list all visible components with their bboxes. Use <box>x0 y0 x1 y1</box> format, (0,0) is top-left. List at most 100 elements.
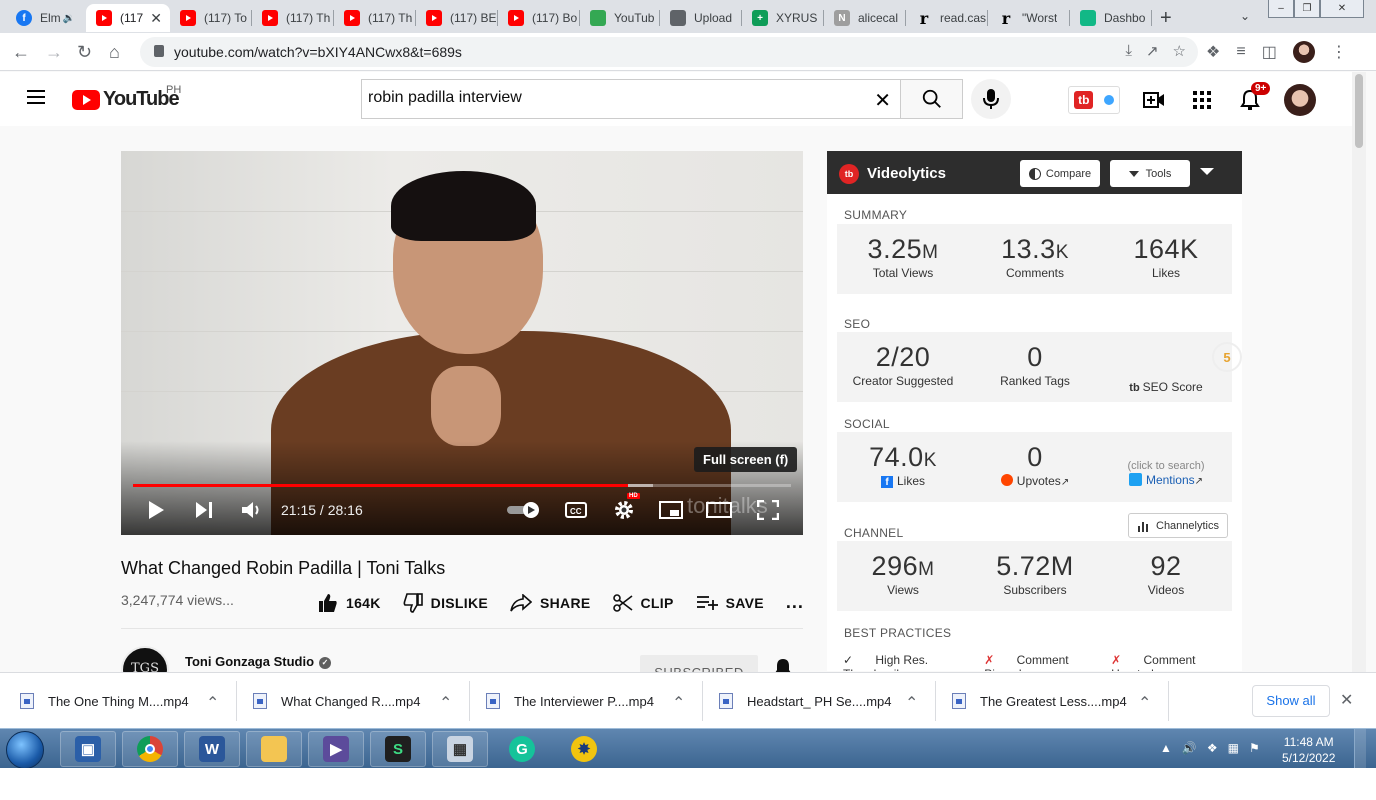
extensions-puzzle-icon[interactable]: ❖ <box>1206 42 1220 62</box>
download-item[interactable]: The Interviewer P....mp4 <box>486 673 654 729</box>
video-player[interactable]: tonitalks Full screen (f) 21:15 / 28:16 … <box>121 151 803 535</box>
view-count[interactable]: 3,247,774 views... <box>121 592 234 608</box>
taskbar-app-calculator[interactable]: ▦ <box>432 731 488 767</box>
side-panel-icon[interactable]: ◫ <box>1262 42 1277 62</box>
miniplayer-icon[interactable] <box>659 499 683 521</box>
autoplay-toggle[interactable] <box>507 499 541 521</box>
clear-search-icon[interactable]: ✕ <box>874 88 891 113</box>
home-icon[interactable]: ⌂ <box>109 42 120 63</box>
restore-button[interactable]: ❐ <box>1294 0 1320 18</box>
browser-tab[interactable]: (117) BE <box>416 4 498 32</box>
action-center-icon[interactable]: ⚑ <box>1249 741 1260 755</box>
network-icon[interactable]: ▦ <box>1228 741 1239 755</box>
theater-mode-icon[interactable] <box>706 499 732 521</box>
tray-expand-icon[interactable]: ▲ <box>1160 741 1172 755</box>
close-downloads-icon[interactable]: ✕ <box>1340 690 1353 710</box>
taskbar-app-green[interactable]: S <box>370 731 426 767</box>
system-clock[interactable]: 11:48 AM 5/12/2022 <box>1282 734 1335 766</box>
progress-bar[interactable] <box>133 484 791 487</box>
download-item[interactable]: The One Thing M....mp4 <box>20 673 189 729</box>
taskbar-app-explorer[interactable]: ▣ <box>60 731 116 767</box>
show-all-downloads-button[interactable]: Show all <box>1252 685 1330 717</box>
tubebuddy-extension-button[interactable]: tb <box>1068 86 1120 114</box>
taskbar-app-chrome[interactable] <box>122 731 178 767</box>
more-actions-button[interactable]: ... <box>786 592 804 613</box>
start-button[interactable] <box>6 731 44 769</box>
browser-tab[interactable]: (117) To <box>170 4 252 32</box>
browser-menu-icon[interactable]: ⋮ <box>1331 42 1347 62</box>
address-bar[interactable]: youtube.com/watch?v=bXIY4ANCwx8&t=689s ⤓… <box>140 37 1198 67</box>
browser-tab[interactable]: Upload <box>660 4 742 32</box>
share-button[interactable]: SHARE <box>510 593 591 612</box>
forward-arrow-icon[interactable]: → <box>45 42 63 63</box>
stat-twitter-mentions[interactable]: (click to search) Mentions↗ <box>1100 432 1232 487</box>
apps-grid-icon[interactable] <box>1190 88 1214 112</box>
browser-tab[interactable]: Nalicecal <box>824 4 906 32</box>
browser-tab[interactable]: + XYRUS <box>742 4 824 32</box>
like-button[interactable]: 164K <box>318 593 381 613</box>
browser-tab[interactable]: YouTub <box>580 4 660 32</box>
download-options-chevron-icon[interactable]: ⌃ <box>905 693 918 713</box>
volume-tray-icon[interactable]: 🔊 <box>1182 741 1197 755</box>
channel-name[interactable]: Toni Gonzaga Studio ✓ <box>185 654 332 669</box>
browser-tab[interactable]: r "Worst <box>988 4 1070 32</box>
compare-button[interactable]: Compare <box>1020 160 1100 187</box>
browser-tab[interactable]: (117) Th <box>252 4 334 32</box>
taskbar-app-seal[interactable]: ✸ <box>556 731 612 767</box>
taskbar-app-word[interactable]: W <box>184 731 240 767</box>
share-icon[interactable]: ↗ <box>1146 42 1159 60</box>
tab-search-chevron-icon[interactable]: ⌄ <box>1240 9 1250 23</box>
download-item[interactable]: Headstart_ PH Se....mp4 <box>719 673 892 729</box>
download-options-chevron-icon[interactable]: ⌃ <box>206 693 219 713</box>
settings-gear-icon[interactable]: HD <box>613 493 640 521</box>
stat-upvotes[interactable]: 0 Upvotes↗ <box>969 432 1101 488</box>
install-icon[interactable]: ⤓ <box>1125 42 1132 60</box>
taskbar-app-folder[interactable] <box>246 731 302 767</box>
create-video-icon[interactable] <box>1142 88 1166 112</box>
channelytics-button[interactable]: Channelytics <box>1128 513 1228 538</box>
save-button[interactable]: SAVE <box>696 595 764 611</box>
download-item[interactable]: What Changed R....mp4 <box>253 673 420 729</box>
browser-tab[interactable]: Dashbo <box>1070 4 1152 32</box>
page-scrollbar[interactable] <box>1352 72 1366 672</box>
next-video-icon[interactable] <box>195 499 213 521</box>
download-options-chevron-icon[interactable]: ⌃ <box>672 693 685 713</box>
taskbar-app-video-editor[interactable]: ▶ <box>308 731 364 767</box>
stat-seo-score[interactable]: 5 tb SEO Score <box>1100 332 1242 402</box>
collapse-caret-icon[interactable] <box>1200 168 1214 175</box>
audio-playing-icon[interactable]: 🔉 <box>63 13 75 24</box>
url-text[interactable]: youtube.com/watch?v=bXIY4ANCwx8&t=689s <box>174 44 462 60</box>
youtube-logo[interactable]: YouTube PH <box>72 84 181 111</box>
volume-icon[interactable] <box>241 499 263 521</box>
search-input[interactable] <box>368 89 848 107</box>
new-tab-button[interactable]: + <box>1160 7 1172 30</box>
browser-tab[interactable]: (117 ✕ <box>86 4 170 32</box>
tools-button[interactable]: Tools <box>1110 160 1190 187</box>
profile-avatar[interactable] <box>1292 41 1315 63</box>
account-avatar[interactable] <box>1284 84 1316 116</box>
close-window-button[interactable]: ✕ <box>1320 0 1364 18</box>
clip-button[interactable]: CLIP <box>612 593 674 613</box>
scrollbar-thumb[interactable] <box>1355 74 1363 148</box>
browser-tab[interactable]: (117) Bo <box>498 4 580 32</box>
download-options-chevron-icon[interactable]: ⌃ <box>439 693 452 713</box>
channel-name-text[interactable]: Toni Gonzaga Studio <box>185 654 314 669</box>
download-item[interactable]: The Greatest Less....mp4 <box>952 673 1127 729</box>
bluetooth-icon[interactable]: ❖ <box>1207 741 1218 755</box>
voice-search-button[interactable] <box>971 79 1011 119</box>
show-desktop-button[interactable] <box>1354 729 1366 769</box>
fullscreen-icon[interactable] <box>757 499 779 521</box>
browser-tab[interactable]: f Elm 🔉 <box>6 4 86 32</box>
download-options-chevron-icon[interactable]: ⌃ <box>1138 693 1151 713</box>
media-control-icon[interactable]: ≡ <box>1236 43 1245 61</box>
lock-icon[interactable] <box>154 45 164 57</box>
captions-icon[interactable]: CC <box>565 499 587 521</box>
bookmark-star-icon[interactable]: ☆ <box>1173 42 1186 60</box>
play-icon[interactable] <box>147 499 165 521</box>
back-arrow-icon[interactable]: ← <box>12 42 30 63</box>
mentions-link[interactable]: Mentions <box>1146 473 1195 487</box>
minimize-button[interactable]: – <box>1268 0 1294 18</box>
taskbar-app-grammarly[interactable]: G <box>494 731 550 767</box>
browser-tab[interactable]: r read.cas <box>906 4 988 32</box>
search-button[interactable] <box>900 79 963 119</box>
